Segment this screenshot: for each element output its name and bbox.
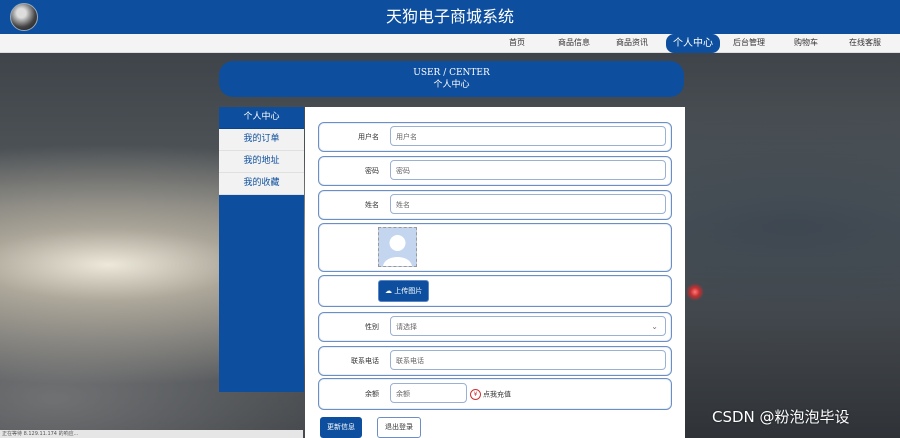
recharge-label: 点我充值: [483, 390, 511, 399]
upload-image-button[interactable]: ☁ 上传图片: [378, 280, 430, 302]
browser-status-bar: 正在等待 8.129.11.174 的响应...: [0, 430, 303, 438]
phone-input[interactable]: 联系电话: [390, 350, 666, 370]
balance-input[interactable]: 余额: [390, 383, 467, 403]
avatar-row: [318, 223, 672, 272]
username-row: 用户名 用户名: [318, 122, 672, 152]
sidebar: 个人中心 我的订单 我的地址 我的收藏: [219, 107, 304, 392]
nav-admin[interactable]: 后台管理: [727, 35, 771, 51]
sidebar-item-address[interactable]: 我的地址: [219, 151, 304, 173]
watermark: CSDN @粉泡泡毕设: [712, 408, 850, 426]
upload-image-label: 上传图片: [394, 287, 423, 295]
password-input[interactable]: 密码: [390, 160, 666, 180]
balance-label: 余额: [365, 390, 379, 398]
user-silhouette-icon: [379, 228, 416, 266]
page-header: USER / CENTER 个人中心: [219, 61, 684, 97]
cloud-upload-icon: ☁: [385, 287, 392, 295]
chevron-down-icon: ⌄: [651, 322, 658, 331]
username-input[interactable]: 用户名: [390, 126, 666, 146]
sidebar-item-favorites[interactable]: 我的收藏: [219, 173, 304, 195]
nav-products[interactable]: 商品信息: [552, 35, 596, 51]
gender-select-value: 请选择: [396, 323, 417, 331]
page-header-zh: 个人中心: [433, 80, 470, 90]
nav-support[interactable]: 在线客服: [843, 35, 887, 51]
update-info-button[interactable]: 更新信息: [320, 417, 362, 438]
nav-news[interactable]: 商品资讯: [610, 35, 654, 51]
nav-cart[interactable]: 购物车: [788, 35, 824, 51]
top-bar: 天狗电子商城系统: [0, 0, 900, 34]
recharge-link[interactable]: ¥ 点我充值: [470, 389, 511, 400]
recharge-icon: ¥: [470, 389, 481, 400]
nav-user-center[interactable]: 个人中心: [666, 34, 720, 53]
sidebar-item-user-center[interactable]: 个人中心: [219, 107, 304, 129]
name-row: 姓名 姓名: [318, 190, 672, 220]
gender-label: 性别: [365, 323, 379, 331]
sidebar-item-orders[interactable]: 我的订单: [219, 129, 304, 151]
page-header-en: USER / CENTER: [413, 68, 490, 78]
site-title: 天狗电子商城系统: [385, 7, 514, 26]
main-nav: 首页 商品信息 商品资讯 个人中心 后台管理 购物车 在线客服: [0, 34, 900, 53]
name-label: 姓名: [365, 201, 379, 209]
name-input[interactable]: 姓名: [390, 194, 666, 214]
balance-row: 余额 余额 ¥ 点我充值: [318, 378, 672, 410]
password-row: 密码 密码: [318, 156, 672, 186]
phone-row: 联系电话 联系电话: [318, 346, 672, 376]
gender-select[interactable]: 请选择 ⌄: [390, 316, 666, 336]
nav-home[interactable]: 首页: [503, 35, 531, 51]
phone-label: 联系电话: [351, 357, 379, 365]
avatar-placeholder-icon[interactable]: [378, 227, 417, 267]
password-label: 密码: [365, 167, 379, 175]
background-light: [686, 283, 704, 301]
gender-row: 性别 请选择 ⌄: [318, 312, 672, 342]
username-label: 用户名: [358, 133, 379, 141]
logout-button[interactable]: 退出登录: [377, 417, 421, 438]
profile-form-panel: 用户名 用户名 密码 密码 姓名 姓名 ☁ 上传图片 性别 请选择 ⌄ 联系电话…: [305, 107, 685, 438]
upload-row: ☁ 上传图片: [318, 275, 672, 307]
